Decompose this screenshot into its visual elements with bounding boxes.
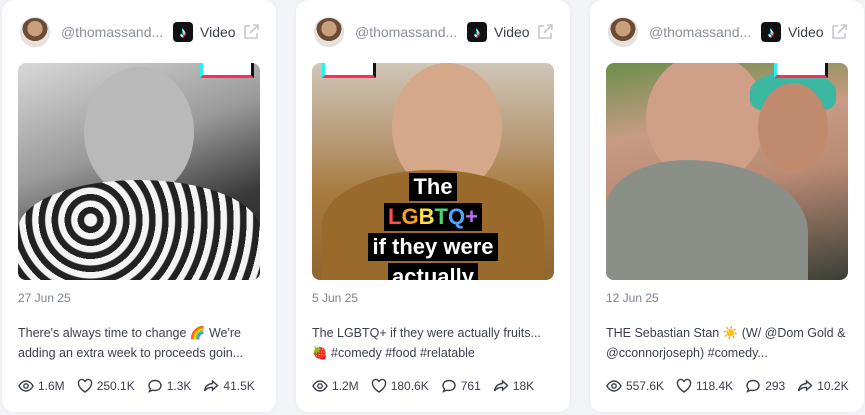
creator-handle[interactable]: @thomassand... (61, 24, 165, 40)
stats-row: 1.2M 180.6K 761 18K (312, 378, 560, 394)
post-date: 27 Jun 25 (18, 291, 71, 305)
shares-stat: 18K (493, 378, 534, 394)
stats-row: 557.6K 118.4K 293 10.2K (606, 378, 854, 394)
caption-line-rainbow: LGBTQ+ (384, 203, 482, 231)
comments-stat: 1.3K (147, 378, 192, 394)
views-count: 1.2M (332, 379, 359, 393)
likes-count: 118.4K (696, 379, 734, 393)
content-type-label: Video (200, 24, 236, 40)
video-thumbnail[interactable] (606, 63, 848, 280)
shares-count: 10.2K (817, 379, 849, 393)
thumbnail-person-2 (758, 83, 828, 173)
content-type-label: Video (494, 24, 530, 40)
avatar[interactable] (20, 17, 50, 47)
post-description: There's always time to change 🌈 We're ad… (18, 323, 262, 363)
external-link-icon[interactable] (830, 23, 848, 41)
external-link-icon[interactable] (242, 23, 260, 41)
caption-line: actually (388, 263, 478, 280)
comments-count: 761 (460, 379, 481, 393)
comments-count: 293 (765, 379, 786, 393)
comment-icon (746, 379, 760, 393)
content-type-label: Video (788, 24, 824, 40)
shares-count: 41.5K (223, 379, 255, 393)
views-stat: 1.6M (18, 378, 65, 394)
tiktok-icon: ♪ (173, 22, 193, 42)
tiktok-watermark (322, 63, 376, 78)
caption-line: if they were (368, 233, 498, 261)
comment-icon (147, 379, 162, 393)
tiktok-icon: ♪ (761, 22, 781, 42)
views-stat: 1.2M (312, 378, 359, 394)
heart-icon (676, 378, 692, 393)
description-line: 🍓 #comedy #food #relatable (312, 346, 475, 360)
external-link-icon[interactable] (536, 23, 554, 41)
video-caption-overlay: The LGBTQ+ if they were actually (366, 173, 500, 280)
card-header: @thomassand... ♪ Video (608, 17, 848, 47)
views-stat: 557.6K (606, 378, 664, 394)
post-date: 5 Jun 25 (312, 291, 359, 305)
tiktok-watermark (774, 63, 828, 78)
avatar[interactable] (608, 17, 638, 47)
description-line: There's always time to change 🌈 We're (18, 326, 241, 340)
views-count: 1.6M (38, 379, 65, 393)
shares-stat: 41.5K (203, 378, 255, 394)
shares-count: 18K (512, 379, 535, 393)
thumbnail-shirt (606, 160, 808, 280)
post-description: THE Sebastian Stan ☀️ (W/ @Dom Gold & @c… (606, 323, 850, 363)
comments-count: 1.3K (166, 379, 192, 393)
eye-icon (606, 380, 622, 392)
heart-icon (77, 378, 92, 393)
creator-handle[interactable]: @thomassand... (649, 24, 753, 40)
comments-stat: 293 (745, 378, 785, 394)
post-description: The LGBTQ+ if they were actually fruits.… (312, 323, 556, 363)
eye-icon (18, 380, 34, 392)
shares-stat: 10.2K (797, 378, 849, 394)
comment-icon (441, 379, 456, 393)
video-thumbnail[interactable]: The LGBTQ+ if they were actually (312, 63, 554, 280)
share-icon (493, 379, 509, 392)
post-card[interactable]: @thomassand... ♪ Video The LGBTQ+ if the… (296, 0, 570, 412)
description-line: THE Sebastian Stan ☀️ (W/ @Dom Gold & (606, 326, 846, 340)
comments-stat: 761 (441, 378, 481, 394)
stats-row: 1.6M 250.1K 1.3K 41.5K (18, 378, 266, 394)
description-line: @cconnorjoseph) #comedy... (606, 346, 768, 360)
caption-line: The (409, 173, 457, 201)
likes-count: 180.6K (390, 379, 429, 393)
post-card[interactable]: @thomassand... ♪ Video 12 Jun 25 THE Seb… (590, 0, 864, 412)
share-icon (204, 379, 219, 392)
post-date: 12 Jun 25 (606, 291, 659, 305)
creator-handle[interactable]: @thomassand... (355, 24, 459, 40)
tiktok-icon: ♪ (467, 22, 487, 42)
heart-icon (371, 378, 386, 393)
likes-stat: 250.1K (77, 378, 135, 394)
thumbnail-person (84, 67, 194, 197)
post-card[interactable]: @thomassand... ♪ Video 27 Jun 25 There's… (2, 0, 276, 412)
video-thumbnail[interactable] (18, 63, 260, 280)
thumbnail-shirt (18, 180, 260, 280)
avatar[interactable] (314, 17, 344, 47)
tiktok-watermark (200, 63, 254, 78)
card-header: @thomassand... ♪ Video (314, 17, 554, 47)
eye-icon (312, 380, 328, 392)
views-count: 557.6K (626, 379, 665, 393)
share-icon (798, 379, 813, 392)
card-header: @thomassand... ♪ Video (20, 17, 260, 47)
description-line: adding an extra week to proceeds goin... (18, 346, 244, 360)
likes-stat: 118.4K (676, 378, 733, 394)
description-line: The LGBTQ+ if they were actually fruits.… (312, 326, 541, 340)
likes-count: 250.1K (96, 379, 135, 393)
likes-stat: 180.6K (371, 378, 429, 394)
